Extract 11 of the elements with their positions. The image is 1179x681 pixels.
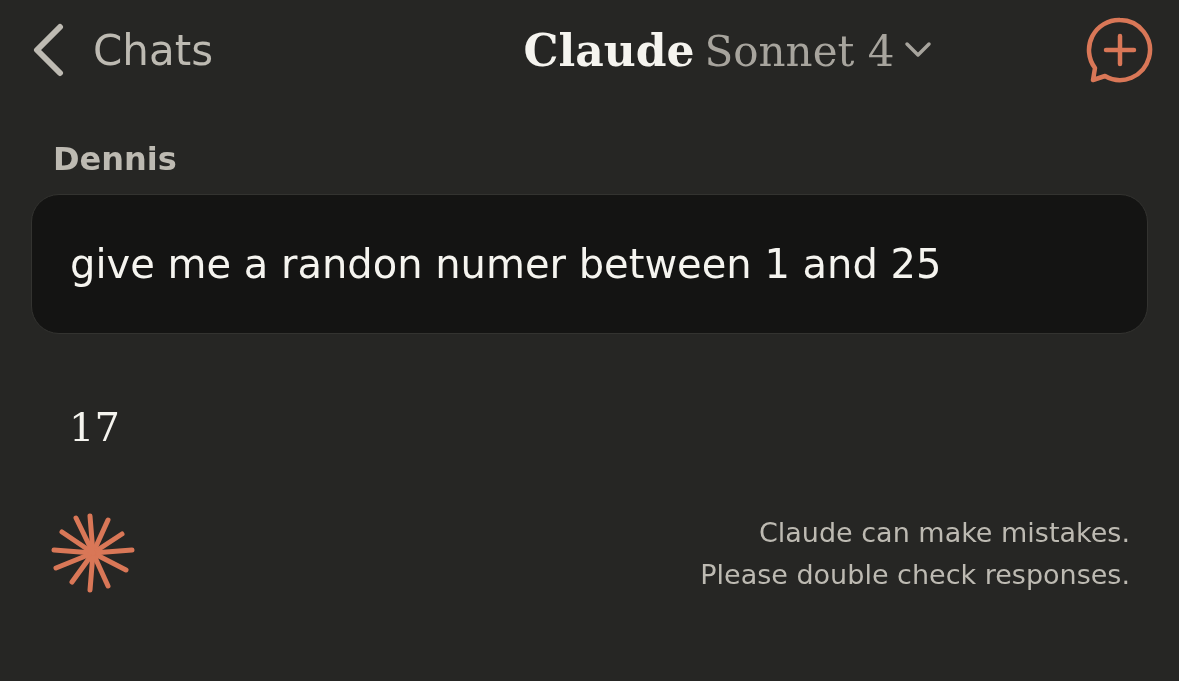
asterisk-logo-icon	[50, 512, 136, 594]
back-button[interactable]: Chats	[31, 23, 331, 77]
message-author: Dennis	[53, 140, 177, 178]
disclaimer-text: Claude can make mistakes.	[758, 516, 1130, 550]
disclaimer-text: Please double check responses.	[700, 558, 1130, 592]
model-selector[interactable]: Claude Sonnet 4	[523, 24, 933, 76]
assistant-message: 17	[69, 404, 120, 450]
dropdown-caret-icon	[904, 41, 933, 59]
new-chat-icon[interactable]	[1085, 16, 1155, 84]
user-message: give me a randon numer between 1 and 25	[31, 194, 1148, 334]
back-chevron-icon	[31, 23, 65, 77]
